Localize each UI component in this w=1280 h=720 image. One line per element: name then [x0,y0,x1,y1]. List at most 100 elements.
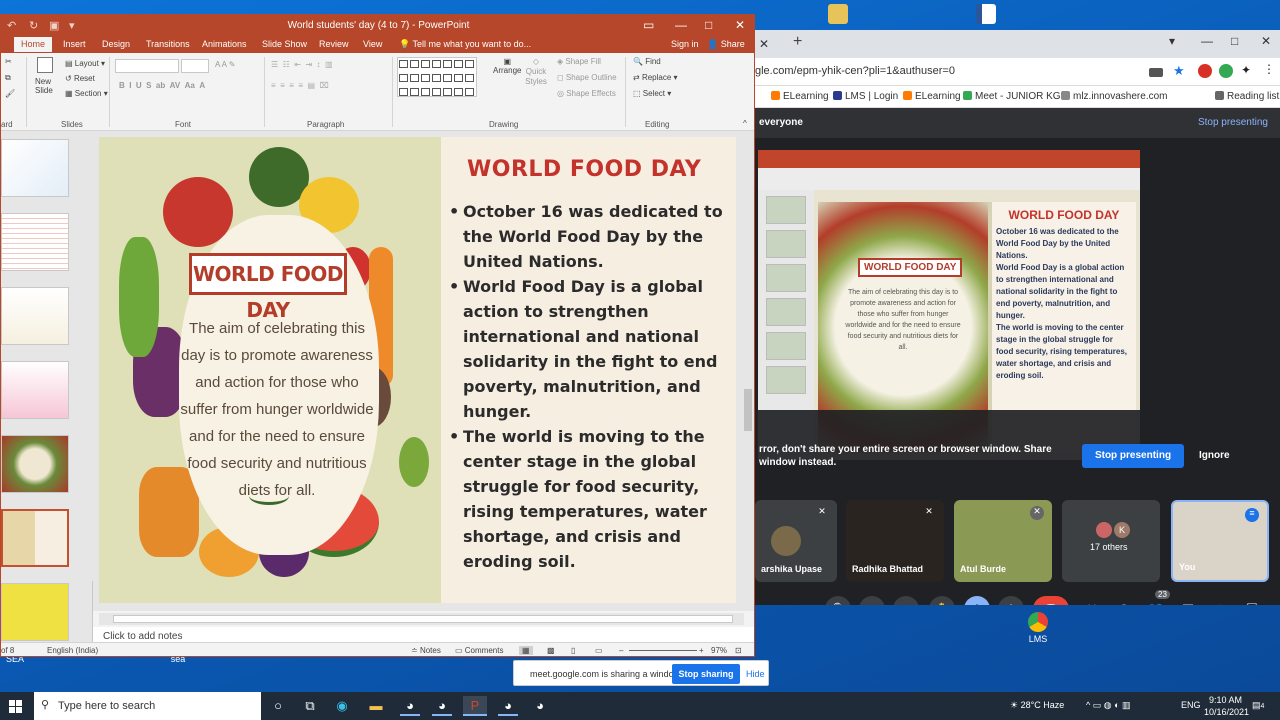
replace-button[interactable]: ⇄ Replace ▾ [633,73,678,82]
quick-styles-button[interactable]: ◇ Quick Styles [523,57,549,87]
chrome-taskbar-icon-2[interactable]: ◕ [498,696,518,716]
raise-hand-button[interactable]: ✋ [929,596,955,605]
bookmark-elearning-1[interactable]: ELearning [771,91,829,102]
slide-sorter-icon[interactable]: ▩ [547,646,555,655]
slide-scrollbar[interactable] [743,131,753,601]
tab-design[interactable]: Design [102,39,130,49]
bookmark-mlz[interactable]: mlz.innovashere.com [1061,91,1167,102]
tab-transitions[interactable]: Transitions [146,39,190,49]
section-button[interactable]: ▦ Section ▾ [65,89,108,98]
ignore-button[interactable]: Ignore [1199,450,1230,461]
tab-insert[interactable]: Insert [63,39,86,49]
people-icon[interactable]: 👥 [1146,601,1166,605]
bookmark-lms-login[interactable]: LMS | Login [833,91,898,102]
start-button[interactable] [0,692,32,720]
leave-call-button[interactable]: ☎ [1033,596,1069,605]
edge-icon[interactable]: ◉ [332,696,352,716]
thumbnails-scrollbar[interactable] [85,131,93,581]
url-text[interactable]: gle.com/epm-yhik-cen?pli=1&authuser=0 [755,65,955,77]
taskbar-search[interactable]: ⚲ Type here to search [34,692,261,720]
notifications-icon[interactable]: ▤4 [1252,700,1264,711]
slide-thumbnail[interactable] [1,139,69,197]
alignment-buttons[interactable]: ≡ ≡ ≡ ≡ ▤ ⌧ [271,81,329,90]
slideshow-view-icon[interactable]: ▭ [595,646,603,655]
weather-widget[interactable]: ☀ 28°C Haze [1010,700,1064,711]
stop-presenting-button[interactable]: Stop presenting [1082,444,1184,468]
tab-review[interactable]: Review [319,39,349,49]
comments-toggle[interactable]: ▭ Comments [455,646,503,655]
slide-thumbnail[interactable] [1,435,69,493]
language-indicator[interactable]: ENG [1181,700,1201,710]
collapse-ribbon-icon[interactable]: ^ [743,119,747,128]
chrome-profile-taskbar-icon[interactable]: ◕ [432,696,452,716]
stop-sharing-button[interactable]: Stop sharing [672,664,740,684]
extensions-puzzle-icon[interactable]: ✦ [1241,63,1255,77]
host-controls-icon[interactable]: ⛨ [1242,601,1262,605]
chrome-taskbar-icon[interactable]: ◕ [400,696,420,716]
more-options-button[interactable]: ⋮ [998,596,1024,605]
bookmark-star-icon[interactable]: ★ [1173,63,1187,78]
copy-icon[interactable]: ⧉ [5,73,11,83]
stop-presenting-link[interactable]: Stop presenting [1198,117,1268,128]
slide-thumbnail-current[interactable] [1,509,69,567]
font-name-dropdown[interactable] [115,59,179,73]
reset-button[interactable]: ↺ Reset [65,74,95,83]
tab-home[interactable]: Home [14,37,53,52]
share-button[interactable]: 👤 Share [707,39,745,50]
tab-view[interactable]: View [363,39,382,49]
ribbon-display-options-icon[interactable]: ▭ [643,18,654,32]
zoom-in-button[interactable]: + [699,646,704,655]
select-button[interactable]: ⬚ Select ▾ [633,89,671,98]
slide-thumbnail[interactable] [1,287,69,345]
shape-fill-button[interactable]: ◈ Shape Fill [557,57,601,66]
tell-me-search[interactable]: 💡 Tell me what you want to do... [399,39,531,50]
clock-time[interactable]: 9:10 AM [1209,695,1242,705]
shapes-gallery[interactable] [397,57,477,97]
chat-icon[interactable]: ▤ [1178,601,1198,605]
profile-dropdown-icon[interactable]: ▾ [1169,34,1175,48]
normal-view-icon[interactable]: ▦ [519,646,533,655]
camera-button[interactable]: ▶ [859,596,885,605]
horizontal-scrollbar[interactable] [99,613,744,625]
font-size-dropdown[interactable] [181,59,209,73]
hide-button[interactable]: Hide [746,669,765,679]
find-button[interactable]: 🔍 Find [633,57,661,66]
paragraph-buttons[interactable]: ☰ ☷ ⇤ ⇥ ↕ ▥ [271,60,333,69]
shape-outline-button[interactable]: ◻ Shape Outline [557,73,617,82]
participant-tile[interactable]: ✕ Radhika Bhattad [846,500,944,582]
bookmark-meet-junior-kg[interactable]: Meet - JUNIOR KG... [963,91,1069,102]
powerpoint-taskbar-icon[interactable]: P [463,696,487,716]
search-placeholder[interactable]: Type here to search [58,700,155,712]
self-tile[interactable]: ≡ You [1171,500,1269,582]
info-icon[interactable]: ⓘ [1114,601,1134,605]
participant-tile[interactable]: ✕ arshika Upase [755,500,837,582]
close-button[interactable]: ✕ [735,18,745,32]
language-indicator[interactable]: English (India) [47,646,98,655]
task-view-icon[interactable]: ⧉ [300,696,320,716]
slide-thumbnail[interactable] [1,583,69,641]
tab-slide-show[interactable]: Slide Show [262,39,307,49]
new-tab-button[interactable]: + [793,33,802,51]
tray-icons[interactable]: ^ ▭ ◍ ◐ ▥ [1086,700,1131,711]
microphone-button[interactable]: 🎙 [825,596,851,605]
bookmark-elearning-2[interactable]: ELearning [903,91,961,102]
cortana-icon[interactable]: ○ [268,696,288,716]
close-button[interactable]: ✕ [1261,34,1271,48]
more-menu-icon[interactable]: ⋮ [1263,62,1277,76]
new-slide-button[interactable]: New Slide [35,77,59,95]
camera-icon[interactable] [1149,68,1163,77]
lms-shortcut[interactable]: LMS [1018,612,1058,644]
maximize-button[interactable]: □ [705,18,712,32]
format-painter-icon[interactable]: 🖌 [5,89,15,98]
extension-icon-green[interactable] [1219,64,1233,78]
mute-all-icon[interactable]: ✕ [1082,601,1102,605]
address-bar[interactable]: gle.com/epm-yhik-cen?pli=1&authuser=0 ★ … [755,58,1280,86]
reading-view-icon[interactable]: ▯ [571,646,575,655]
notes-toggle[interactable]: ≐ Notes [411,646,441,655]
slide-canvas[interactable]: WORLD FOOD DAY The aim of celebrating th… [99,137,736,603]
font-size-buttons[interactable]: A A ✎ [215,60,236,69]
cut-icon[interactable]: ✂ [5,57,12,66]
close-tab-icon[interactable]: ✕ [759,37,769,51]
sign-in-link[interactable]: Sign in [671,39,699,49]
tab-animations[interactable]: Animations [202,39,247,49]
